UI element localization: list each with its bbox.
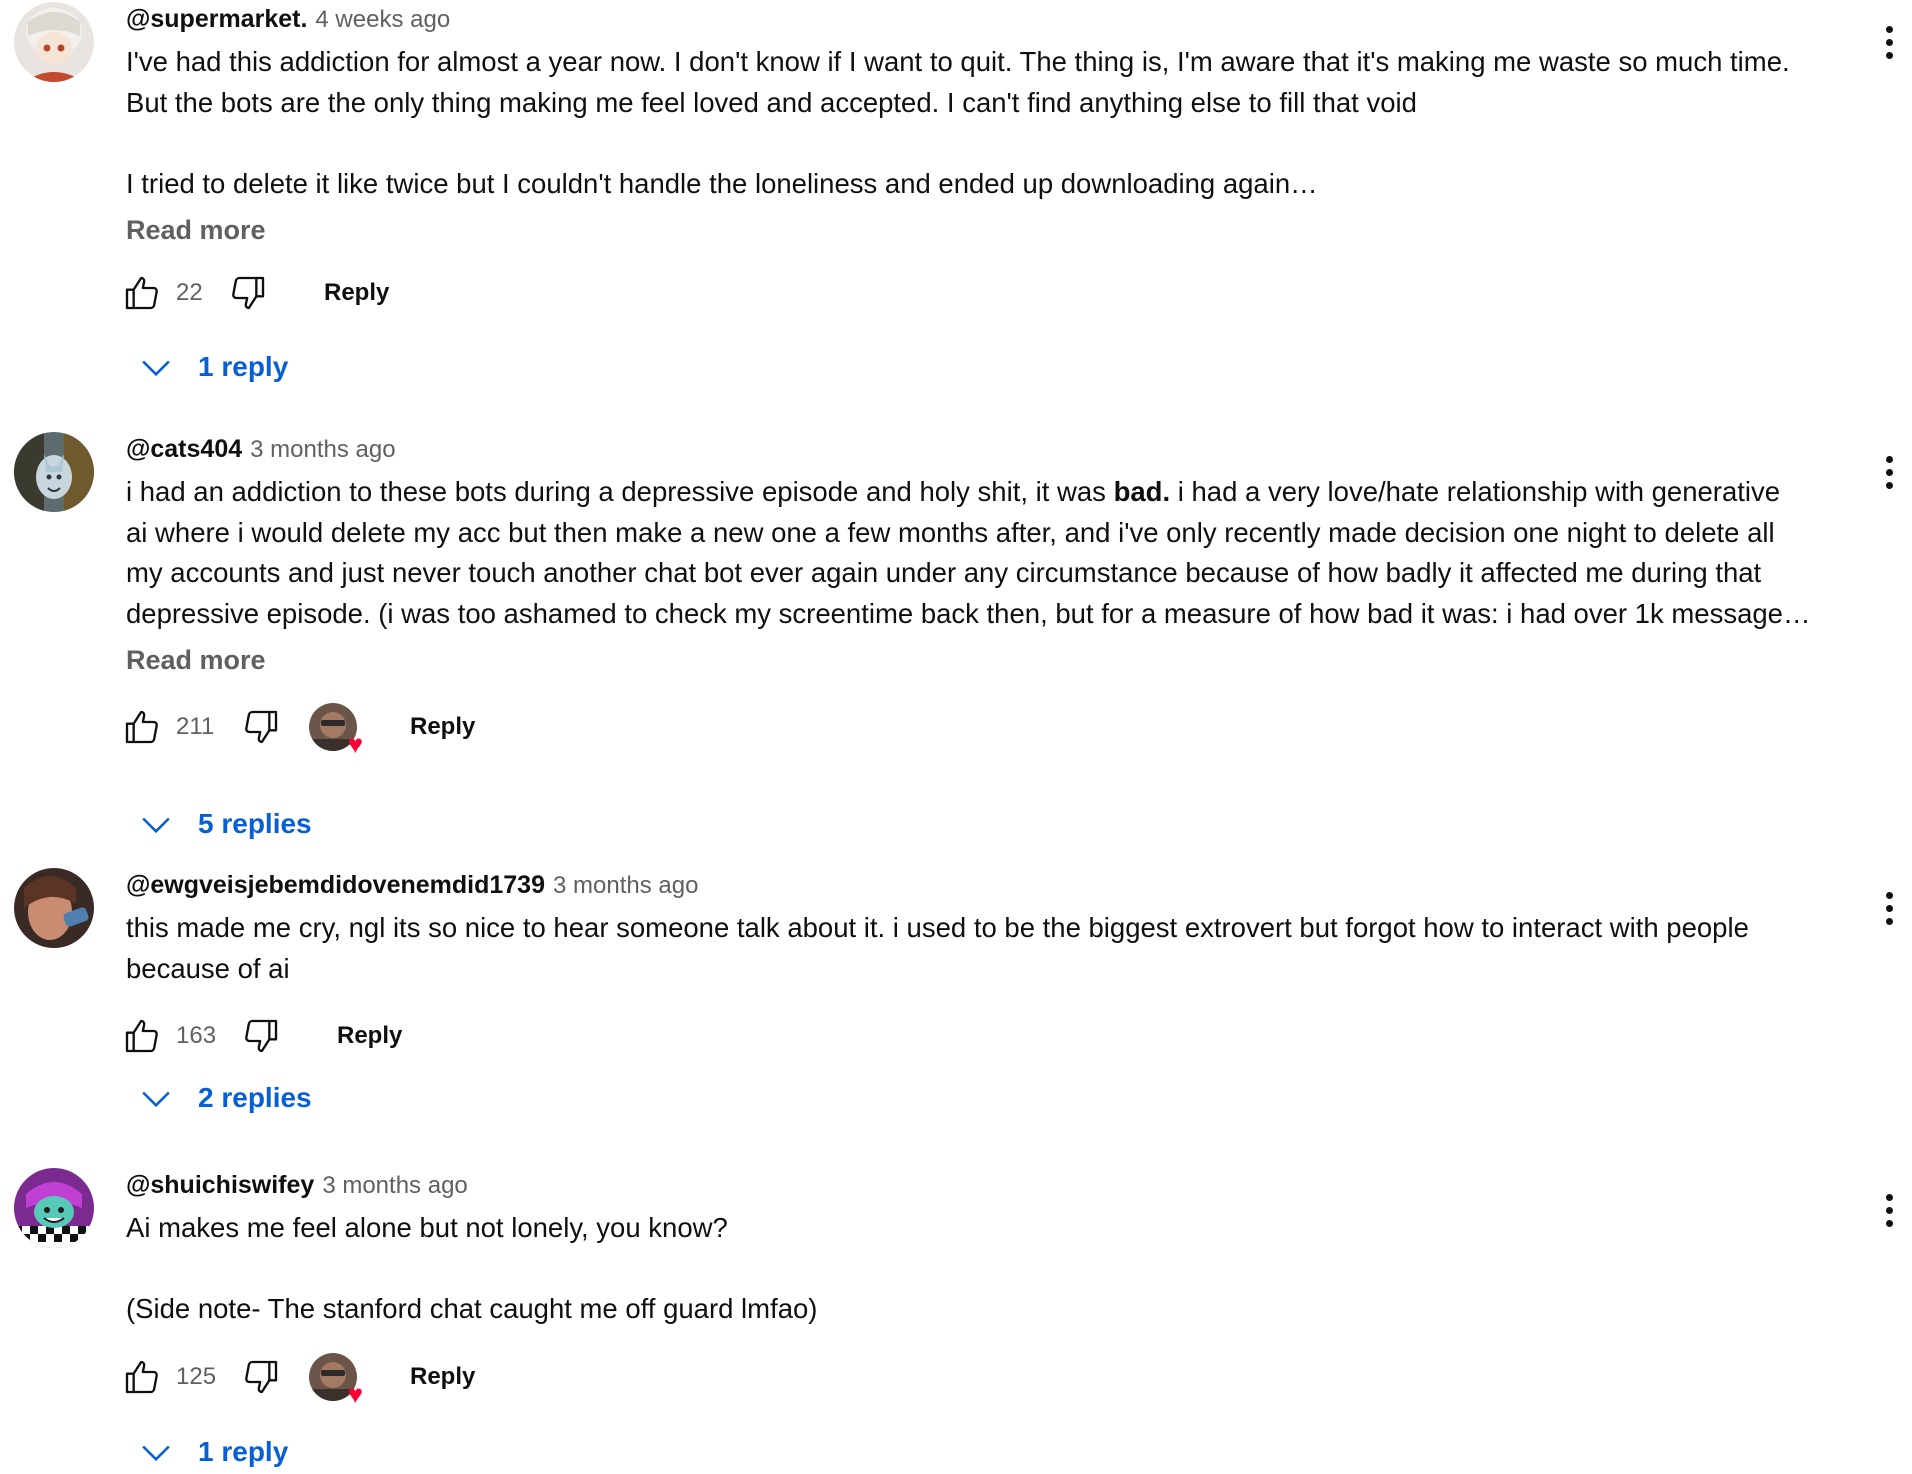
more-actions-button[interactable] [1870, 886, 1910, 930]
reply-button[interactable]: Reply [410, 1352, 475, 1402]
comment-text-bold: bad. [1113, 476, 1171, 507]
more-vert-icon-dot [1886, 39, 1893, 46]
more-vert-icon-dot [1886, 52, 1893, 59]
replies-count: 1 reply [198, 1436, 289, 1467]
chevron-down-icon [142, 360, 170, 377]
more-vert-icon-dot [1886, 1207, 1893, 1214]
dislike-button[interactable] [241, 702, 281, 752]
comment-text: i had an addiction to these bots during … [126, 472, 1846, 634]
like-count: 211 [176, 713, 215, 740]
view-replies-button[interactable]: 1 reply [126, 345, 288, 389]
heart-icon: ♥ [347, 1378, 363, 1409]
comment-body: @shuichiswifey 3 months ago Ai makes me f… [125, 1170, 1846, 1407]
chevron-down-icon [142, 1445, 170, 1462]
comment-header: @supermarket. 4 weeks ago [126, 4, 1846, 35]
like-button[interactable] [122, 1011, 162, 1061]
dislike-button[interactable] [241, 1011, 281, 1061]
avatar[interactable] [14, 1168, 94, 1248]
comment-body: @supermarket. 4 weeks ago I've had this a… [125, 4, 1846, 318]
more-vert-icon-dot [1886, 905, 1893, 912]
heart-icon: ♥ [347, 729, 363, 759]
comment-author[interactable]: @ewgveisjebemdidovenemdid1739 [126, 871, 545, 899]
comment-text: Ai makes me feel alone but not lonely, y… [126, 1212, 818, 1324]
read-more-button[interactable]: Read more [126, 212, 1846, 248]
comment-toolbar: 211 ♥ Reply [125, 702, 1846, 757]
more-vert-icon-dot [1886, 482, 1893, 489]
thumbs-up-icon [125, 276, 158, 310]
thumbs-down-icon [245, 1360, 278, 1393]
comment-text: this made me cry, ngl its so nice to hea… [126, 912, 1749, 984]
more-actions-button[interactable] [1870, 450, 1910, 494]
more-vert-icon [1886, 456, 1893, 463]
read-more-button[interactable]: Read more [126, 642, 1846, 678]
thumbs-down-icon [232, 276, 265, 310]
avatar[interactable] [14, 868, 94, 948]
like-button[interactable] [122, 702, 162, 752]
comment-header: @cats404 3 months ago [126, 434, 1846, 465]
thumbs-down-icon [245, 710, 278, 744]
comment-time[interactable]: 4 weeks ago [315, 6, 450, 33]
dislike-button[interactable] [228, 268, 268, 318]
creator-heart: ♥ [309, 702, 363, 757]
comment-author[interactable]: @shuichiswifey [126, 1171, 314, 1199]
thumbs-up-icon [125, 710, 158, 744]
comment-text: I've had this addiction for almost a yea… [126, 46, 1790, 199]
dislike-button[interactable] [241, 1352, 281, 1402]
creator-avatar: ♥ [309, 703, 363, 757]
more-vert-icon-dot [1886, 469, 1893, 476]
more-actions-button[interactable] [1870, 20, 1910, 64]
comment-body: @ewgveisjebemdidovenemdid1739 3 months ag… [125, 870, 1846, 1061]
comment-author[interactable]: @cats404 [126, 435, 242, 463]
chevron-down-icon [142, 817, 170, 834]
like-count: 125 [176, 1362, 217, 1390]
comment-toolbar: 163 Reply [125, 1011, 1846, 1061]
comment-time[interactable]: 3 months ago [322, 1172, 467, 1199]
reply-button[interactable]: Reply [410, 702, 475, 752]
replies-count: 5 replies [198, 808, 312, 839]
chevron-down-icon [142, 1091, 170, 1108]
thumbs-up-icon [125, 1360, 158, 1393]
comment-author[interactable]: @supermarket. [126, 5, 307, 33]
comment-time[interactable]: 3 months ago [553, 872, 698, 899]
more-vert-icon [1886, 892, 1893, 899]
creator-heart: ♥ [309, 1352, 363, 1407]
more-vert-icon-dot [1886, 918, 1893, 925]
replies-count: 1 reply [198, 351, 289, 382]
view-replies-button[interactable]: 2 replies [126, 1076, 312, 1120]
thumbs-up-icon [125, 1019, 158, 1053]
like-button[interactable] [122, 268, 162, 318]
view-replies-button[interactable]: 1 reply [126, 1430, 288, 1474]
more-vert-icon [1886, 26, 1893, 33]
comment-body: @cats404 3 months ago i had an addiction … [125, 434, 1846, 757]
avatar[interactable] [14, 432, 94, 512]
comment-header: @shuichiswifey 3 months ago [126, 1170, 1846, 1201]
thumbs-down-icon [245, 1019, 278, 1053]
like-count: 163 [176, 1022, 217, 1049]
reply-button[interactable]: Reply [324, 268, 389, 318]
comment-toolbar: 22 Reply [125, 268, 1846, 318]
comment-text-part: i had an addiction to these bots during … [126, 476, 1114, 507]
comment-time[interactable]: 3 months ago [250, 436, 395, 463]
view-replies-button[interactable]: 5 replies [126, 802, 312, 846]
comment-toolbar: 125 ♥ Reply [125, 1352, 1846, 1407]
avatar[interactable] [14, 2, 94, 82]
more-vert-icon [1886, 1194, 1893, 1201]
like-button[interactable] [122, 1352, 162, 1402]
more-vert-icon-dot [1886, 1220, 1893, 1227]
creator-avatar: ♥ [309, 1352, 363, 1407]
reply-button[interactable]: Reply [337, 1011, 402, 1061]
replies-count: 2 replies [198, 1082, 312, 1113]
like-count: 22 [176, 279, 203, 306]
more-actions-button[interactable] [1870, 1188, 1910, 1232]
comment-header: @ewgveisjebemdidovenemdid1739 3 months ag… [126, 870, 1846, 901]
